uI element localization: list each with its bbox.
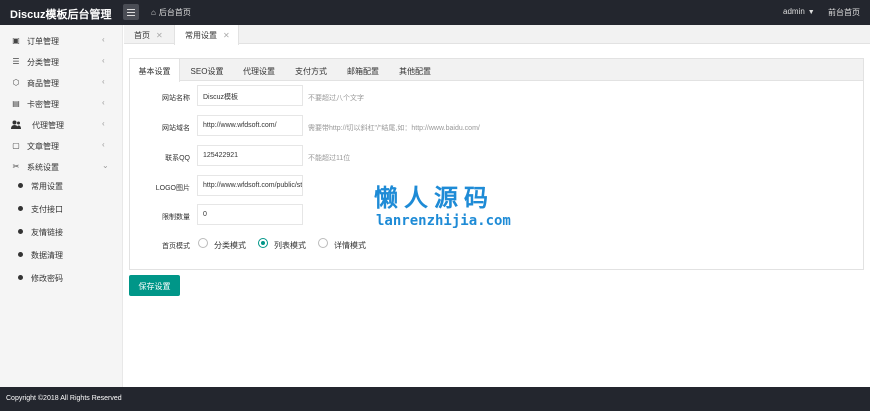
user-menu[interactable]: admin ▼: [783, 7, 815, 16]
radio-detail-mode[interactable]: [318, 238, 328, 248]
page-tab-home[interactable]: 首页 ✕: [134, 25, 163, 44]
caret-down-icon: ▼: [807, 9, 815, 16]
sidebar-subitem-label: 数据清理: [31, 251, 63, 260]
box-icon: ⬡: [12, 78, 20, 87]
sidebar-item-agents[interactable]: 代理管理 ‹: [0, 115, 123, 135]
radio-category-mode[interactable]: [198, 238, 208, 248]
chevron-left-icon: ‹: [102, 77, 105, 86]
tab-basic-settings[interactable]: 基本设置: [130, 59, 180, 82]
users-icon: [11, 120, 21, 131]
hamburger-icon: [127, 9, 135, 10]
tab-seo-settings[interactable]: SEO设置: [184, 59, 230, 81]
page-tab-label: 常用设置: [185, 31, 217, 40]
sidebar-item-products[interactable]: ⬡ 商品管理 ‹: [0, 73, 123, 93]
chevron-left-icon: ‹: [102, 56, 105, 65]
app-logo: Discuz模板后台管理: [10, 9, 112, 21]
admin-home-label: 后台首页: [158, 8, 191, 17]
watermark-url: lanrenzhijia.com: [376, 213, 511, 229]
sidebar-subitem-label: 修改密码: [31, 274, 63, 283]
copyright-text: Copyright ©2018 All Rights Reserved: [6, 395, 122, 402]
site-name-hint: 不要超过八个文字: [308, 95, 364, 102]
sidebar-subitem-payment[interactable]: 支付接口: [0, 198, 123, 220]
close-icon[interactable]: ✕: [223, 31, 230, 40]
sidebar-subitem-label: 友情链接: [31, 228, 63, 237]
list-icon: ☰: [12, 57, 20, 66]
sidebar: ▣ 订单管理 ‹ ☰ 分类管理 ‹ ⬡ 商品管理 ‹ ▤ 卡密管理 ‹ 代理管理…: [0, 25, 123, 387]
chevron-left-icon: ‹: [102, 140, 105, 149]
limit-label: 限制数量: [162, 214, 190, 221]
sidebar-item-articles[interactable]: ▢ 文章管理 ‹: [0, 136, 123, 156]
tab-other-config[interactable]: 其他配置: [392, 59, 438, 81]
admin-home-link[interactable]: ⌂ 后台首页: [151, 7, 191, 18]
tab-email-config[interactable]: 邮箱配置: [340, 59, 386, 81]
sidebar-item-label: 代理管理: [32, 121, 64, 130]
bullet-icon: [18, 229, 23, 234]
sidebar-item-categories[interactable]: ☰ 分类管理 ‹: [0, 52, 123, 72]
page-tab-bar: 首页 ✕ 常用设置 ✕: [124, 25, 870, 45]
page-tab-label: 首页: [134, 31, 150, 40]
radio-label: 列表模式: [274, 241, 306, 250]
settings-panel: 基本设置 SEO设置 代理设置 支付方式 邮箱配置 其他配置 网站名称 Disc…: [129, 58, 864, 270]
tab-payment-methods[interactable]: 支付方式: [288, 59, 334, 81]
settings-tab-bar: 基本设置 SEO设置 代理设置 支付方式 邮箱配置 其他配置: [130, 59, 863, 82]
qq-hint: 不能超过11位: [308, 155, 351, 162]
sidebar-item-label: 订单管理: [27, 37, 59, 46]
save-button[interactable]: 保存设置: [129, 275, 180, 296]
footer: Copyright ©2018 All Rights Reserved: [0, 387, 870, 411]
tab-agent-settings[interactable]: 代理设置: [236, 59, 282, 81]
radio-label: 分类模式: [214, 241, 246, 250]
sidebar-item-label: 卡密管理: [27, 100, 59, 109]
briefcase-icon: ▣: [12, 36, 20, 45]
qq-label: 联系QQ: [165, 155, 190, 162]
menu-toggle-button[interactable]: [123, 4, 139, 20]
bullet-icon: [18, 206, 23, 211]
close-icon[interactable]: ✕: [156, 31, 163, 40]
site-domain-label: 网站域名: [162, 125, 190, 132]
site-name-label: 网站名称: [162, 95, 190, 102]
site-domain-field[interactable]: http://www.wfdsoft.com/: [197, 115, 303, 136]
qq-field[interactable]: 125422921: [197, 145, 303, 166]
document-icon: ▢: [12, 141, 20, 150]
chevron-down-icon: ⌄: [102, 161, 109, 170]
chevron-left-icon: ‹: [102, 119, 105, 128]
logo-field[interactable]: http://www.wfdsoft.com/public/sta: [197, 175, 303, 196]
sidebar-subitem-common-settings[interactable]: 常用设置: [0, 175, 123, 197]
sidebar-item-label: 文章管理: [27, 142, 59, 151]
radio-list-mode[interactable]: [258, 238, 268, 248]
sidebar-item-orders[interactable]: ▣ 订单管理 ‹: [0, 31, 123, 51]
sidebar-item-label: 分类管理: [27, 58, 59, 67]
logo-label: LOGO图片: [155, 185, 190, 192]
settings-icon: ✂: [12, 162, 20, 171]
bullet-icon: [18, 275, 23, 280]
sidebar-item-label: 系统设置: [27, 163, 59, 172]
watermark-logo: 懒人源码: [374, 183, 494, 212]
bullet-icon: [18, 183, 23, 188]
sidebar-subitem-links[interactable]: 友情链接: [0, 221, 123, 243]
sidebar-item-label: 商品管理: [27, 79, 59, 88]
page-tab-common-settings[interactable]: 常用设置 ✕: [174, 25, 239, 45]
radio-label: 详情模式: [334, 241, 366, 250]
sidebar-subitem-data-cleanup[interactable]: 数据清理: [0, 244, 123, 266]
home-mode-label: 首页模式: [162, 243, 190, 250]
sidebar-item-system-settings[interactable]: ✂ 系统设置 ⌄: [0, 157, 123, 177]
front-home-link[interactable]: 前台首页: [828, 7, 860, 18]
site-domain-hint: 需要带http://切以斜杠"/"结尾,如：http://www.baidu.c…: [308, 125, 480, 132]
sidebar-item-cards[interactable]: ▤ 卡密管理 ‹: [0, 94, 123, 114]
bullet-icon: [18, 252, 23, 257]
home-icon: ⌂: [151, 8, 156, 17]
sidebar-subitem-change-password[interactable]: 修改密码: [0, 267, 123, 289]
site-name-field[interactable]: Discuz模板: [197, 85, 303, 106]
sidebar-subitem-label: 常用设置: [31, 182, 63, 191]
limit-field[interactable]: 0: [197, 204, 303, 225]
top-header: Discuz模板后台管理 ⌂ 后台首页 admin ▼ 前台首页: [0, 0, 870, 25]
card-icon: ▤: [12, 99, 20, 108]
chevron-left-icon: ‹: [102, 35, 105, 44]
chevron-left-icon: ‹: [102, 98, 105, 107]
username: admin: [783, 7, 805, 16]
sidebar-subitem-label: 支付接口: [31, 205, 63, 214]
